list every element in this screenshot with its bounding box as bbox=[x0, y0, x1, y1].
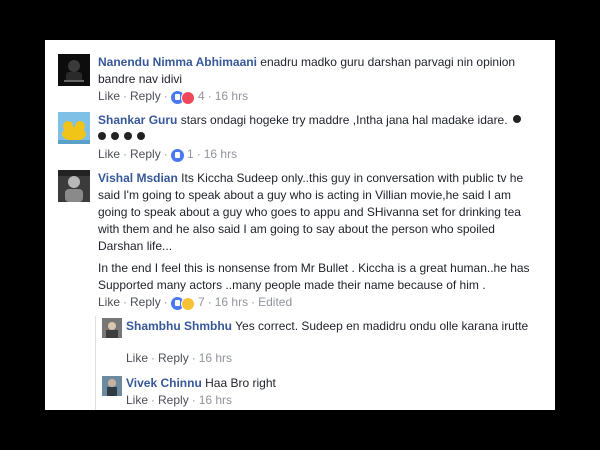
comment-actions: Like · Reply · 4 · 16 hrs bbox=[98, 89, 249, 105]
reply-text: Yes correct. Sudeep en madidru ondu olle… bbox=[235, 319, 529, 333]
timestamp[interactable]: 16 hrs bbox=[215, 295, 248, 309]
reply-link[interactable]: Reply bbox=[158, 393, 189, 407]
like-link[interactable]: Like bbox=[126, 351, 148, 365]
comment-author[interactable]: Vishal Msdian bbox=[98, 171, 178, 185]
avatar-image bbox=[58, 54, 90, 86]
reply-thread-line bbox=[95, 316, 96, 410]
timestamp[interactable]: 16 hrs bbox=[199, 393, 232, 407]
reply-link[interactable]: Reply bbox=[130, 147, 161, 161]
love-icon bbox=[180, 91, 195, 105]
avatar-image bbox=[58, 170, 90, 202]
avatar-image bbox=[58, 112, 90, 144]
reply-link[interactable]: Reply bbox=[158, 351, 189, 365]
emoji-icon bbox=[111, 132, 119, 140]
emoji-icon bbox=[124, 132, 132, 140]
like-link[interactable]: Like bbox=[98, 147, 120, 161]
reactions-summary[interactable] bbox=[170, 91, 195, 105]
reply-author[interactable]: Vivek Chinnu bbox=[126, 376, 202, 390]
reply-actions: Like · Reply · 16 hrs bbox=[126, 393, 233, 407]
comment-author[interactable]: Nanendu Nimma Abhimaani bbox=[98, 55, 257, 69]
like-link[interactable]: Like bbox=[98, 89, 120, 103]
comments-panel: Nanendu Nimma Abhimaani enadru madko gur… bbox=[45, 40, 555, 410]
comment-actions: Like · Reply · 1 · 16 hrs bbox=[98, 147, 238, 162]
comment-actions: Like · Reply · 7 · 16 hrs · Edited bbox=[98, 295, 293, 311]
comment-text: stars ondagi hogeke try maddre ,Intha ja… bbox=[180, 113, 508, 127]
haha-icon bbox=[180, 297, 195, 311]
reaction-count[interactable]: 1 bbox=[187, 147, 194, 161]
reply-link[interactable]: Reply bbox=[130, 89, 161, 103]
timestamp[interactable]: 16 hrs bbox=[204, 147, 237, 161]
like-link[interactable]: Like bbox=[98, 295, 120, 309]
avatar[interactable] bbox=[58, 54, 90, 86]
reactions-summary[interactable] bbox=[170, 149, 184, 162]
reaction-count[interactable]: 4 bbox=[198, 89, 205, 103]
reactions-summary[interactable] bbox=[170, 297, 195, 311]
comment-text-paragraph: In the end I feel this is nonsense from … bbox=[98, 261, 530, 292]
avatar[interactable] bbox=[58, 112, 90, 144]
avatar[interactable] bbox=[102, 318, 122, 338]
avatar[interactable] bbox=[58, 170, 90, 202]
timestamp[interactable]: 16 hrs bbox=[199, 351, 232, 365]
reply-text: Haa Bro right bbox=[205, 376, 276, 390]
comment-author[interactable]: Shankar Guru bbox=[98, 113, 177, 127]
avatar-image bbox=[102, 376, 122, 396]
reply-actions: Like · Reply · 16 hrs bbox=[126, 351, 233, 365]
timestamp[interactable]: 16 hrs bbox=[215, 89, 248, 103]
avatar[interactable] bbox=[102, 376, 122, 396]
emoji-icon bbox=[98, 132, 106, 140]
edited-label[interactable]: Edited bbox=[258, 295, 292, 309]
reaction-count[interactable]: 7 bbox=[198, 295, 205, 309]
emoji-icon bbox=[137, 132, 145, 140]
reply-link[interactable]: Reply bbox=[130, 295, 161, 309]
avatar-image bbox=[102, 318, 122, 338]
like-icon bbox=[170, 149, 184, 162]
reply-author[interactable]: Shambhu Shmbhu bbox=[126, 319, 232, 333]
emoji-icon bbox=[512, 115, 521, 123]
like-link[interactable]: Like bbox=[126, 393, 148, 407]
